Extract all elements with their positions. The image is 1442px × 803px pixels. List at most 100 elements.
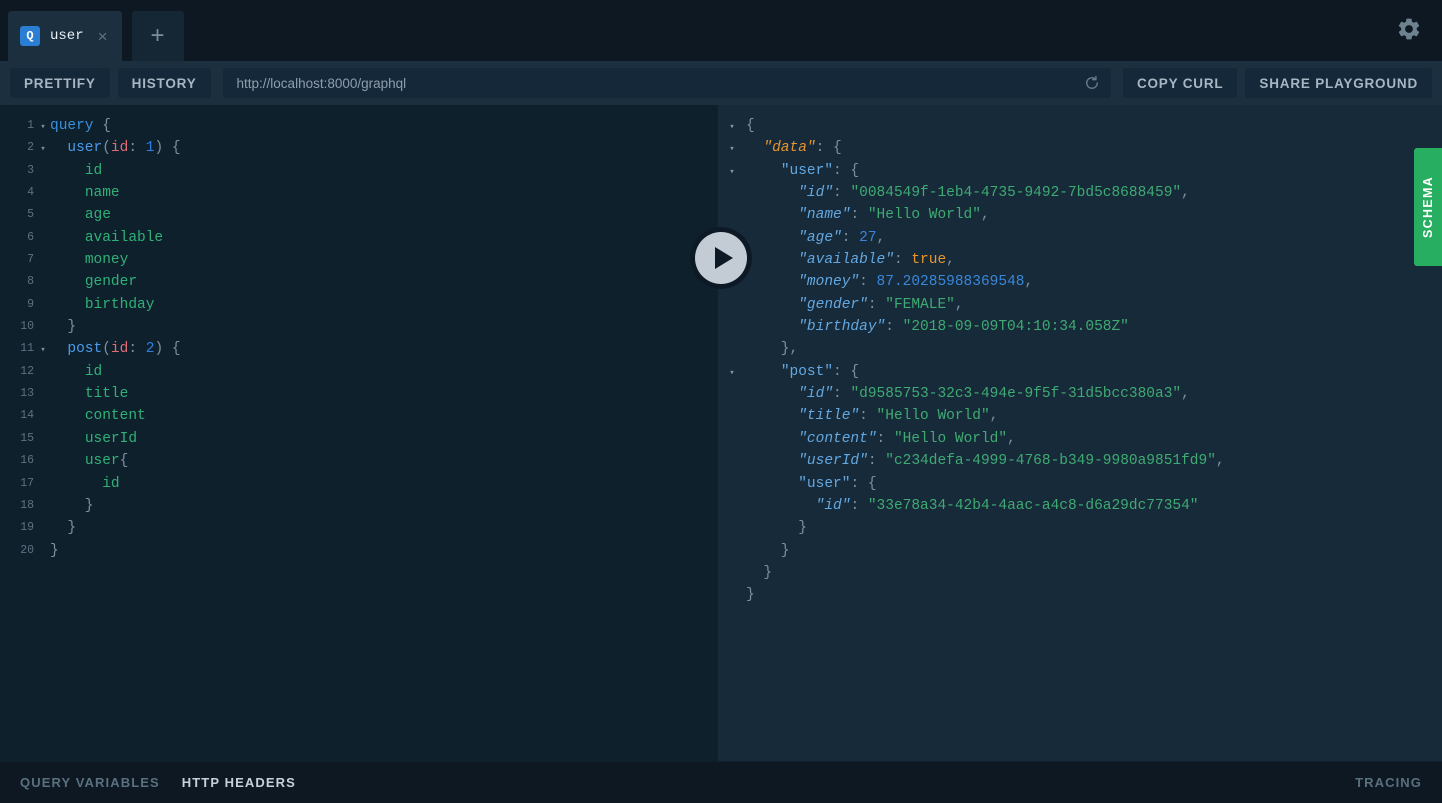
response-line-text: } (746, 542, 790, 559)
execute-query-button[interactable] (690, 227, 752, 289)
response-line: ▾ "data": { (718, 137, 1442, 159)
session-tab-label: user (50, 28, 84, 44)
response-line-text: { (746, 118, 755, 134)
reload-icon[interactable] (1083, 74, 1101, 92)
copy-curl-button[interactable]: COPY CURL (1122, 68, 1238, 98)
editor-line-text: available (84, 229, 164, 246)
editor-line: 18 } (0, 495, 718, 517)
line-number: 12 (20, 364, 34, 378)
line-number: 8 (27, 275, 34, 289)
editor-line: 2 ▾ user(id: 1) { (0, 137, 718, 159)
editor-line: 16 user{ (0, 450, 718, 472)
gear-icon[interactable] (1396, 16, 1422, 42)
response-line: ▾ "user": { (718, 160, 1442, 182)
editor-line-text: query { (50, 118, 111, 134)
fold-toggle-icon[interactable]: ▾ (36, 137, 50, 161)
editor-line-text: post(id: 2) { (67, 341, 181, 358)
editor-line: 4 name (0, 182, 718, 204)
editor-line: 3 id (0, 160, 718, 182)
editor-line: 12 id (0, 361, 718, 383)
query-type-badge: Q (20, 26, 40, 46)
editor-line-text: } (50, 520, 77, 537)
response-line-text: "content": "Hello World", (798, 430, 1016, 447)
response-line-text: "available": true, (798, 252, 955, 269)
query-editor[interactable]: 1 ▾ query {2 ▾ user(id: 1) {3 id 4 name 5 age… (0, 105, 718, 562)
query-editor-pane[interactable]: 1 ▾ query {2 ▾ user(id: 1) {3 id 4 name 5 age… (0, 105, 718, 761)
response-line: } (718, 562, 1442, 584)
response-viewer: ▾{▾ "data": {▾ "user": { "id": "0084549f… (718, 105, 1442, 607)
editor-line-text: title (84, 386, 129, 403)
editor-line-text: user(id: 1) { (67, 140, 181, 157)
line-number: 20 (20, 543, 34, 557)
line-number: 6 (27, 230, 34, 244)
line-number: 14 (20, 409, 34, 423)
editor-line: 13 title (0, 383, 718, 405)
response-line: "title": "Hello World", (718, 405, 1442, 427)
schema-tab-label: SCHEMA (1421, 176, 1435, 238)
response-line: "user": { (718, 473, 1442, 495)
new-tab-button[interactable]: + (131, 11, 184, 61)
editor-line: 5 age (0, 204, 718, 226)
toolbar: PRETTIFY HISTORY http://localhost:8000/g… (0, 61, 1442, 105)
line-number: 7 (27, 253, 34, 267)
line-number: 13 (20, 387, 34, 401)
history-button[interactable]: HISTORY (117, 68, 211, 98)
editor-line: 19 } (0, 517, 718, 539)
editor-line: 14 content (0, 405, 718, 427)
response-line-text: "title": "Hello World", (798, 408, 999, 425)
response-line-text: }, (746, 341, 799, 358)
response-line-text: } (746, 520, 807, 537)
line-number: 19 (20, 521, 34, 535)
line-number: 9 (27, 297, 34, 311)
session-tab-user[interactable]: Q user × (8, 11, 122, 61)
fold-toggle-icon[interactable]: ▾ (718, 115, 746, 139)
editor-line-text: content (84, 408, 146, 425)
editor-line: 17 id (0, 473, 718, 495)
response-line: "id": "d9585753-32c3-494e-9f5f-31d5bcc38… (718, 383, 1442, 405)
editor-line-text: birthday (84, 296, 155, 313)
response-line-text: "birthday": "2018-09-09T04:10:34.058Z" (798, 319, 1129, 336)
http-headers-tab[interactable]: HTTP HEADERS (182, 775, 296, 790)
response-line-text: "gender": "FEMALE", (798, 296, 964, 313)
response-line-text: "data": { (763, 140, 842, 157)
response-line: "age": 27, (718, 227, 1442, 249)
editor-line-text: userId (84, 430, 138, 447)
response-line: "userId": "c234defa-4999-4768-b349-9980a… (718, 450, 1442, 472)
response-line-text: "post": { (780, 363, 860, 380)
response-line-text: "user": { (780, 162, 860, 179)
line-number: 11 (20, 342, 34, 356)
response-line-text: } (746, 587, 755, 604)
response-line-text: "age": 27, (798, 229, 886, 246)
response-pane[interactable]: ▾{▾ "data": {▾ "user": { "id": "0084549f… (718, 105, 1442, 761)
line-number: 3 (27, 163, 34, 177)
editor-line-text: money (84, 252, 129, 269)
line-number: 2 (27, 141, 34, 155)
tracing-tab[interactable]: TRACING (1355, 775, 1422, 790)
endpoint-url-bar[interactable]: http://localhost:8000/graphql (222, 68, 1111, 98)
line-number: 16 (20, 454, 34, 468)
editor-line-text: } (50, 497, 94, 514)
schema-tab[interactable]: SCHEMA (1414, 148, 1442, 266)
editor-line-text: name (84, 185, 120, 202)
response-line: "gender": "FEMALE", (718, 294, 1442, 316)
response-line: } (718, 517, 1442, 539)
close-icon[interactable]: × (98, 28, 108, 45)
line-number: 10 (20, 320, 34, 334)
response-line-text: "user": { (798, 475, 877, 492)
response-line-text: } (746, 564, 773, 581)
fold-toggle-icon[interactable]: ▾ (718, 137, 746, 161)
prettify-button[interactable]: PRETTIFY (10, 68, 110, 98)
fold-toggle-icon[interactable]: ▾ (718, 160, 746, 184)
main-split: 1 ▾ query {2 ▾ user(id: 1) {3 id 4 name 5 age… (0, 105, 1442, 761)
share-playground-button[interactable]: SHARE PLAYGROUND (1245, 68, 1432, 98)
response-line: "id": "0084549f-1eb4-4735-9492-7bd5c8688… (718, 182, 1442, 204)
editor-line-text: } (50, 319, 77, 336)
fold-toggle-icon[interactable]: ▾ (36, 338, 50, 362)
graphql-playground-app: Q user × + PRETTIFY HISTORY http://local… (0, 0, 1442, 803)
query-variables-tab[interactable]: QUERY VARIABLES (20, 775, 160, 790)
line-number: 17 (20, 476, 34, 490)
endpoint-url-input[interactable]: http://localhost:8000/graphql (237, 76, 1083, 91)
fold-toggle-icon[interactable]: ▾ (718, 361, 746, 385)
fold-toggle-icon[interactable]: ▾ (36, 115, 50, 139)
response-line: "id": "33e78a34-42b4-4aac-a4c8-d6a29dc77… (718, 495, 1442, 517)
